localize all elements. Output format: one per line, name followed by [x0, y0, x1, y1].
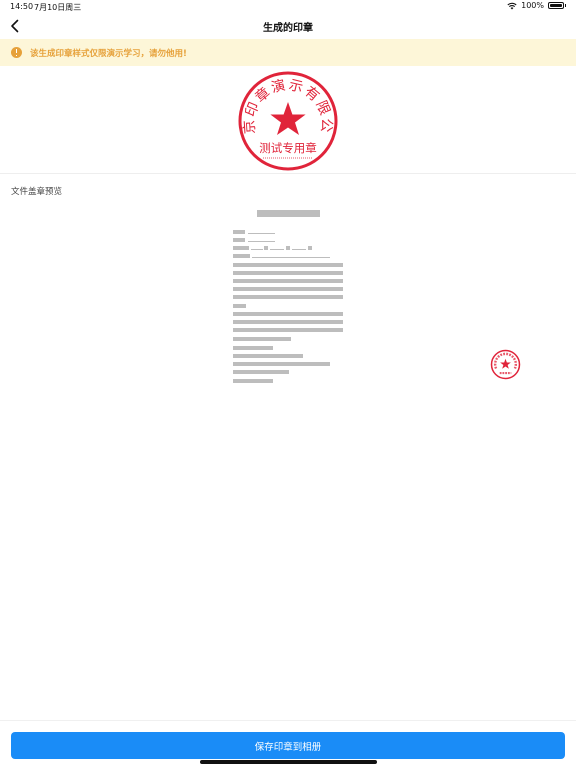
warning-banner: 该生成印章样式仅限演示学习，请勿他用!	[0, 39, 576, 66]
warning-text: 该生成印章样式仅限演示学习，请勿他用!	[30, 48, 187, 59]
status-time: 14:50	[10, 2, 34, 11]
status-bar: 14:50 7月10日周三 100%	[0, 0, 576, 14]
battery-tip	[565, 4, 566, 7]
page-title: 生成的印章	[263, 23, 313, 34]
seal-display: 北京印章演示有限公司 测试专用章	[0, 66, 576, 174]
seal-sub-text: 测试专用章	[259, 141, 317, 155]
status-right: 100%	[507, 1, 566, 10]
save-to-album-button[interactable]: 保存印章到相册	[11, 732, 565, 759]
battery-percent: 100%	[521, 1, 544, 10]
battery-icon	[548, 2, 564, 9]
seal-image: 北京印章演示有限公司 测试专用章	[237, 70, 338, 171]
home-indicator	[200, 760, 377, 764]
preview-label: 文件盖章预览	[11, 187, 63, 197]
status-date: 7月10日周三	[34, 3, 82, 12]
exclamation-icon	[11, 47, 22, 58]
seal-star-icon	[270, 102, 306, 135]
nav-bar: 生成的印章	[0, 14, 576, 38]
wifi-icon	[507, 2, 517, 9]
small-seal-stamp	[490, 349, 521, 380]
